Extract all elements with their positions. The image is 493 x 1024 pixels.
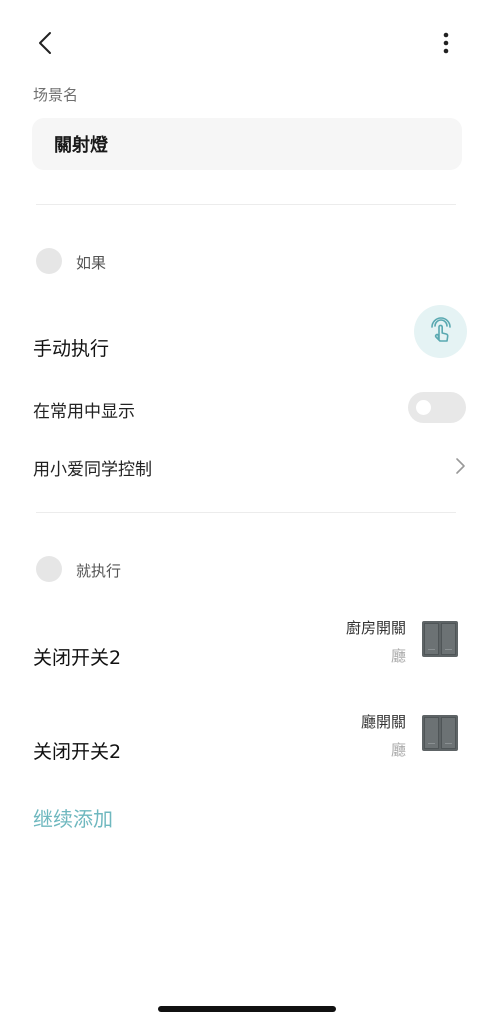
scene-editor-screen: 场景名 關射燈 如果 手动执行 在常用中显示 用小爱同学控制 就执行 关闭开关2…	[0, 0, 493, 1024]
action-group-label: 就执行	[76, 562, 122, 580]
switch-panel-icon	[422, 715, 458, 751]
tap-hand-icon	[430, 316, 451, 342]
toggle-knob	[416, 400, 431, 415]
manual-execute-icon-button[interactable]	[414, 305, 467, 358]
show-in-common-toggle[interactable]	[408, 392, 466, 423]
action-item-room: 廳	[390, 741, 406, 759]
action-item-room: 廳	[390, 647, 406, 665]
action-item-device-name: 廳開關	[360, 713, 406, 731]
action-group-dot	[36, 556, 62, 582]
add-more-button[interactable]: 继续添加	[33, 803, 113, 832]
action-item-device-name: 廚房開關	[345, 619, 406, 637]
more-vertical-icon	[443, 32, 449, 54]
action-item-title[interactable]: 关闭开关2	[33, 643, 121, 670]
switch-panel-icon	[422, 621, 458, 657]
action-item-title[interactable]: 关闭开关2	[33, 737, 121, 764]
divider	[36, 512, 456, 513]
xiaoai-control-chevron[interactable]	[453, 456, 467, 476]
manual-execute-title[interactable]: 手动执行	[33, 334, 109, 361]
xiaoai-control-label[interactable]: 用小爱同学控制	[33, 455, 152, 480]
divider	[36, 204, 456, 205]
scene-name-field[interactable]: 關射燈	[32, 118, 462, 170]
scene-name-value: 關射燈	[54, 135, 108, 156]
condition-group-dot	[36, 248, 62, 274]
scene-name-label: 场景名	[33, 86, 79, 104]
chevron-left-icon	[39, 32, 51, 54]
back-button[interactable]	[30, 26, 62, 60]
show-in-common-label: 在常用中显示	[33, 402, 135, 422]
more-options-button[interactable]	[432, 26, 460, 60]
home-indicator[interactable]	[158, 1006, 336, 1012]
chevron-right-icon	[456, 458, 465, 474]
condition-group-label: 如果	[76, 254, 107, 272]
